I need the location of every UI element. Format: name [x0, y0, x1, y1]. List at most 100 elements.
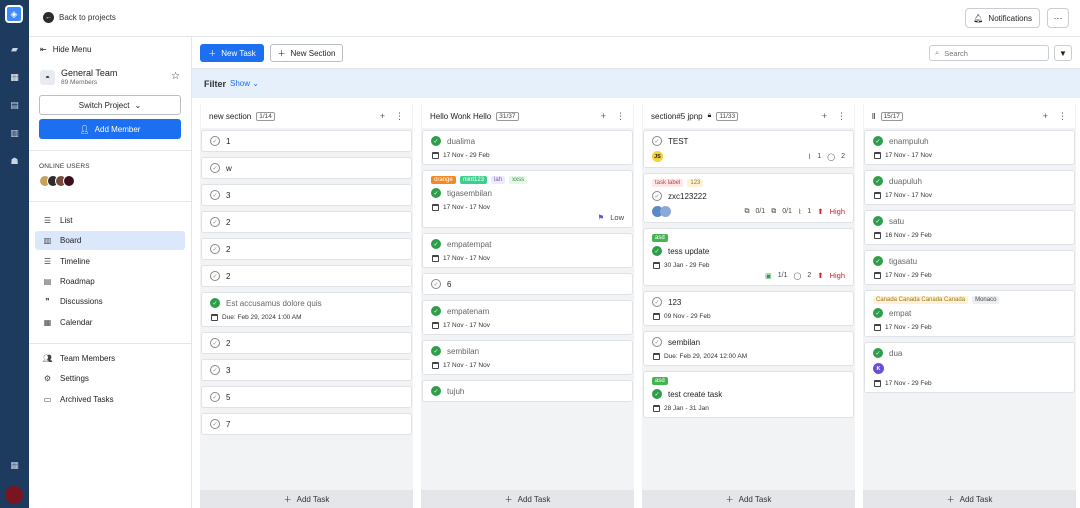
projects-icon[interactable]: ▦ — [9, 72, 20, 83]
notifications-button[interactable]: 🔔︎ Notifications — [965, 8, 1040, 28]
checkmark-icon[interactable]: ✓ — [210, 271, 220, 281]
assignee-avatar[interactable] — [660, 206, 671, 217]
checkmark-done-icon[interactable]: ✓ — [873, 136, 883, 146]
task-card[interactable]: orange mint123 lah xxss ✓ tigasembilan 17 Nov … — [422, 170, 633, 228]
checkmark-icon[interactable]: ✓ — [210, 365, 220, 375]
docs-icon[interactable]: ▥ — [9, 128, 20, 139]
column-title[interactable]: new section — [209, 112, 251, 121]
checkmark-done-icon[interactable]: ✓ — [210, 298, 220, 308]
task-card[interactable]: ✓ empatempat 17 Nov - 17 Nov — [422, 233, 633, 268]
checkmark-icon[interactable]: ✓ — [210, 163, 220, 173]
column-menu-icon[interactable]: ⋮ — [616, 111, 625, 122]
apps-grid-icon[interactable]: ▦ — [9, 460, 20, 471]
switch-project-button[interactable]: Switch Project ⌄ — [39, 95, 181, 115]
checkmark-icon[interactable]: ✓ — [652, 297, 662, 307]
checkmark-done-icon[interactable]: ✓ — [431, 188, 441, 198]
add-task-button[interactable]: ＋ Add Task — [200, 490, 413, 508]
task-card[interactable]: ✓ tujuh — [422, 380, 633, 402]
column-title[interactable]: section#5 jpnp — [651, 112, 703, 121]
column-title[interactable]: ll — [872, 112, 876, 121]
sidebar-item-timeline[interactable]: ☰ Timeline — [35, 252, 185, 271]
calendar-rail-icon[interactable]: ▤ — [9, 100, 20, 111]
task-card[interactable]: Canada Canada Canada Canada Monaco ✓ empat 1… — [864, 290, 1075, 337]
task-card[interactable]: ✓ dua K 17 Nov - 29 Feb — [864, 342, 1075, 393]
checkmark-done-icon[interactable]: ✓ — [873, 348, 883, 358]
checkmark-done-icon[interactable]: ✓ — [431, 136, 441, 146]
checkmark-icon[interactable]: ✓ — [210, 190, 220, 200]
app-logo-icon[interactable]: ◈ — [5, 5, 23, 23]
user-avatar[interactable] — [5, 486, 23, 504]
checkmark-done-icon[interactable]: ✓ — [431, 306, 441, 316]
task-card[interactable]: ✓ tigasatu 17 Nov - 29 Feb — [864, 250, 1075, 285]
checkmark-done-icon[interactable]: ✓ — [873, 256, 883, 266]
task-card[interactable]: ✓ 2 — [201, 265, 412, 287]
checkmark-done-icon[interactable]: ✓ — [873, 308, 883, 318]
task-card[interactable]: task label 123 ✓ zxc123222 ⧉ 0/1 ⧉ 0/1 ⌇ 1 ⬆ High — [643, 173, 854, 223]
checkmark-icon[interactable]: ✓ — [652, 191, 662, 201]
column-menu-icon[interactable]: ⋮ — [395, 111, 404, 122]
hide-menu-button[interactable]: ⇤ Hide Menu — [40, 45, 91, 54]
search-input[interactable] — [944, 48, 1035, 58]
add-task-plus-icon[interactable]: + — [601, 111, 606, 122]
task-card[interactable]: ✓ sembilan 17 Nov - 17 Nov — [422, 340, 633, 375]
add-task-button[interactable]: ＋ Add Task — [863, 490, 1076, 508]
new-task-button[interactable]: ＋ New Task — [200, 44, 264, 62]
task-card[interactable]: ✓ enampuluh 17 Nov - 17 Nov — [864, 130, 1075, 165]
column-menu-icon[interactable]: ⋮ — [837, 111, 846, 122]
online-user-avatar[interactable] — [63, 175, 75, 187]
task-card[interactable]: ✓ 5 — [201, 386, 412, 408]
task-card[interactable]: ✓ 7 — [201, 413, 412, 435]
favorite-star-icon[interactable]: ☆ — [171, 71, 180, 82]
add-task-plus-icon[interactable]: + — [822, 111, 827, 122]
add-task-button[interactable]: ＋ Add Task — [421, 490, 634, 508]
task-card[interactable]: ✓ satu 16 Nov - 29 Feb — [864, 210, 1075, 245]
checkmark-icon[interactable]: ✓ — [652, 337, 662, 347]
sidebar-item-discussions[interactable]: ❞ Discussions — [35, 292, 185, 311]
chat-icon[interactable]: ▰ — [9, 44, 20, 55]
task-card[interactable]: ✓ 3 — [201, 184, 412, 206]
sidebar-item-settings[interactable]: ⚙ Settings — [35, 369, 185, 388]
task-card[interactable]: ✓ 3 — [201, 359, 412, 381]
back-to-projects-link[interactable]: ← Back to projects — [43, 12, 116, 23]
column-title[interactable]: Hello Wonk Hello — [430, 112, 491, 121]
checkmark-done-icon[interactable]: ✓ — [873, 176, 883, 186]
task-card[interactable]: ✓ 1 — [201, 130, 412, 152]
sidebar-item-roadmap[interactable]: ▤ Roadmap — [35, 272, 185, 291]
task-card[interactable]: asd ✓ tess update 30 Jan - 29 Feb ▣ 1/1 ◯ 2 ⬆ Hig… — [643, 228, 854, 286]
checkmark-done-icon[interactable]: ✓ — [431, 239, 441, 249]
checkmark-icon[interactable]: ✓ — [210, 217, 220, 227]
sidebar-item-board[interactable]: ▥ Board — [35, 231, 185, 251]
checkmark-icon[interactable]: ✓ — [210, 244, 220, 254]
filter-funnel-button[interactable]: ▼ — [1054, 45, 1072, 61]
checkmark-done-icon[interactable]: ✓ — [652, 246, 662, 256]
task-card[interactable]: ✓ 2 — [201, 332, 412, 354]
checkmark-done-icon[interactable]: ✓ — [431, 386, 441, 396]
task-card[interactable]: ✓ 123 09 Nov - 29 Feb — [643, 291, 854, 326]
task-card[interactable]: ✓ TEST JS ⌇ 1 ◯ 2 — [643, 130, 854, 168]
checkmark-done-icon[interactable]: ✓ — [873, 216, 883, 226]
task-card[interactable]: ✓ dualima 17 Nov - 29 Feb — [422, 130, 633, 165]
add-task-button[interactable]: ＋ Add Task — [642, 490, 855, 508]
checkmark-done-icon[interactable]: ✓ — [431, 346, 441, 356]
checkmark-done-icon[interactable]: ✓ — [652, 389, 662, 399]
add-task-plus-icon[interactable]: + — [1043, 111, 1048, 122]
task-card[interactable]: asd ✓ test create task 28 Jan - 31 Jan — [643, 371, 854, 418]
task-card[interactable]: ✓ sembilan Due: Feb 29, 2024 12:00 AM — [643, 331, 854, 366]
filter-show-toggle[interactable]: Show ⌄ — [230, 79, 259, 88]
task-card[interactable]: ✓ w — [201, 157, 412, 179]
column-menu-icon[interactable]: ⋮ — [1058, 111, 1067, 122]
checkmark-icon[interactable]: ✓ — [431, 279, 441, 289]
checkmark-icon[interactable]: ✓ — [210, 419, 220, 429]
assignee-avatar[interactable]: K — [873, 363, 884, 374]
more-options-button[interactable]: ··· — [1047, 8, 1069, 28]
task-card[interactable]: ✓ empatenam 17 Nov - 17 Nov — [422, 300, 633, 335]
task-card[interactable]: ✓ 6 — [422, 273, 633, 295]
task-card[interactable]: ✓ Est accusamus dolore quis Due: Feb 29, 2… — [201, 292, 412, 327]
checkmark-icon[interactable]: ✓ — [210, 392, 220, 402]
checkmark-icon[interactable]: ✓ — [210, 136, 220, 146]
sidebar-item-archived-tasks[interactable]: ▭ Archived Tasks — [35, 390, 185, 409]
add-task-plus-icon[interactable]: + — [380, 111, 385, 122]
checkmark-icon[interactable]: ✓ — [652, 136, 662, 146]
sidebar-item-list[interactable]: ☰ List — [35, 211, 185, 230]
task-card[interactable]: ✓ 2 — [201, 211, 412, 233]
